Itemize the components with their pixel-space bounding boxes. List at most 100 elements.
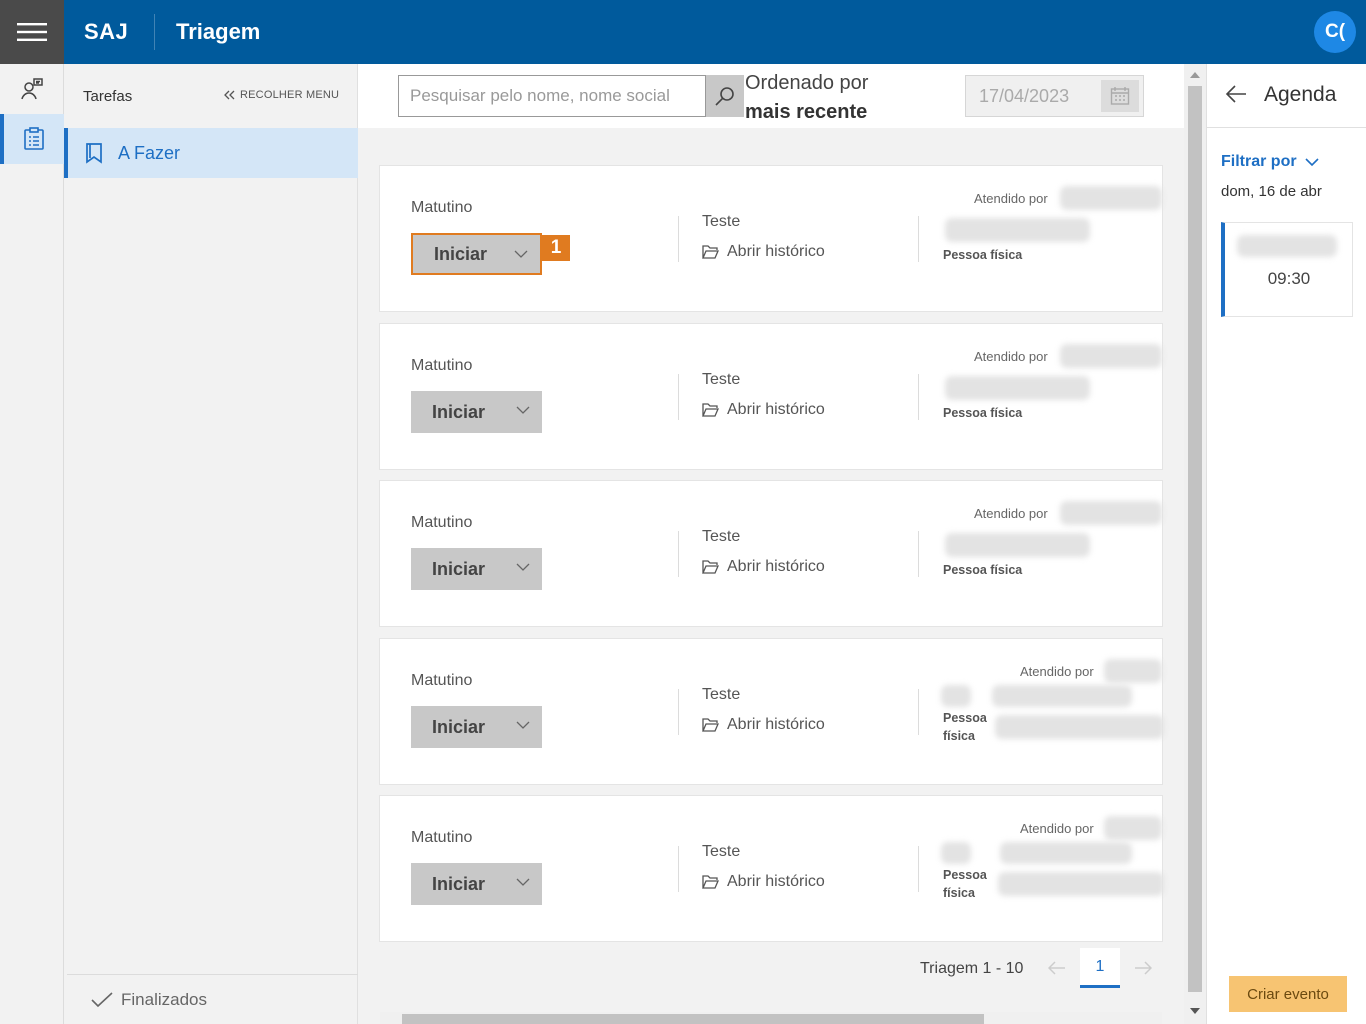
- start-dropdown-button[interactable]: Iniciar: [411, 548, 542, 590]
- horizontal-scroll-thumb[interactable]: [402, 1014, 984, 1024]
- scroll-up-arrow-icon[interactable]: [1190, 72, 1200, 78]
- triage-card: Matutino Iniciar Teste Abrir histórico A…: [379, 323, 1163, 470]
- folder-open-icon: [702, 245, 719, 259]
- chevron-down-icon: [516, 721, 530, 729]
- test-label: Teste: [702, 213, 741, 230]
- collapse-menu-button[interactable]: RECOLHER MENU: [224, 89, 339, 101]
- redacted-name: [992, 685, 1132, 707]
- horizontal-scrollbar[interactable]: [380, 1012, 1162, 1024]
- redacted-attendant: [1060, 344, 1162, 368]
- search-input[interactable]: [398, 75, 706, 117]
- arrow-right-icon: [1135, 961, 1152, 975]
- shift-label: Matutino: [411, 199, 473, 216]
- served-by-label: Atendido por: [1020, 664, 1094, 679]
- agenda-event[interactable]: 09:30: [1221, 222, 1353, 317]
- served-by-label: Atendido por: [974, 349, 1048, 364]
- open-history-link[interactable]: Abrir histórico: [702, 558, 825, 576]
- open-history-link[interactable]: Abrir histórico: [702, 873, 825, 891]
- open-history-label: Abrir histórico: [727, 243, 825, 260]
- start-button-label: Iniciar: [432, 558, 486, 579]
- create-event-button[interactable]: Criar evento: [1229, 976, 1347, 1012]
- pagination-label: Triagem 1 - 10: [920, 960, 1024, 977]
- date-picker-button[interactable]: [1101, 80, 1139, 112]
- hamburger-menu-icon[interactable]: [0, 0, 64, 64]
- person-type-label: Pessoa física: [943, 866, 987, 902]
- nav-item-a-fazer[interactable]: A Fazer: [64, 128, 358, 178]
- main-content: Ordenado por mais recente 17/04/2023 Mat…: [358, 64, 1184, 1024]
- folder-open-icon: [702, 875, 719, 889]
- clipboard-list-icon: [24, 127, 44, 150]
- chevron-down-icon: [516, 406, 530, 414]
- open-history-label: Abrir histórico: [727, 558, 825, 575]
- rail-item-people[interactable]: [0, 64, 64, 114]
- open-history-link[interactable]: Abrir histórico: [702, 716, 825, 734]
- brand-divider: [154, 14, 155, 50]
- back-arrow-icon[interactable]: [1225, 84, 1247, 104]
- folder-open-icon: [702, 718, 719, 732]
- redacted-attendant: [1060, 501, 1162, 525]
- search-icon: [715, 87, 734, 106]
- card-divider: [678, 374, 679, 420]
- agenda-title: Agenda: [1264, 83, 1337, 106]
- user-avatar[interactable]: C(: [1314, 11, 1356, 53]
- triage-card: Matutino Iniciar Teste Abrir histórico A…: [379, 638, 1164, 785]
- calendar-icon: [1110, 87, 1130, 105]
- start-dropdown-button[interactable]: Iniciar: [411, 233, 542, 275]
- brand-logo[interactable]: SAJ: [84, 0, 128, 64]
- icon-rail: [0, 64, 64, 1024]
- chevron-down-icon: [514, 250, 528, 258]
- person-card-icon: [21, 78, 43, 100]
- card-divider: [678, 846, 679, 892]
- person-type-line: Pessoa: [943, 711, 987, 725]
- date-value: 17/04/2023: [979, 86, 1070, 106]
- nav-finalizados[interactable]: Finalizados: [67, 974, 358, 1024]
- prev-page-button[interactable]: [1038, 948, 1076, 988]
- redacted-details: [998, 872, 1164, 896]
- filter-dropdown[interactable]: Filtrar por: [1221, 153, 1319, 171]
- start-dropdown-button[interactable]: Iniciar: [411, 391, 542, 433]
- sort-value: mais recente: [745, 101, 868, 123]
- next-page-button[interactable]: [1124, 948, 1162, 988]
- start-dropdown-button[interactable]: Iniciar: [411, 706, 542, 748]
- open-history-label: Abrir histórico: [727, 716, 825, 733]
- start-button-label: Iniciar: [432, 716, 486, 737]
- chevron-down-icon: [516, 878, 530, 886]
- shift-label: Matutino: [411, 672, 473, 689]
- page-number-button[interactable]: 1: [1080, 948, 1120, 988]
- search-button[interactable]: [706, 75, 744, 117]
- redacted-attendant: [1104, 659, 1162, 683]
- start-dropdown-button[interactable]: Iniciar: [411, 863, 542, 905]
- vertical-scroll-thumb[interactable]: [1188, 86, 1202, 992]
- redacted-name: [1000, 842, 1132, 864]
- sort-selector[interactable]: Ordenado por mais recente: [745, 69, 868, 127]
- person-type-label: Pessoa física: [943, 248, 1023, 262]
- redacted-name: [945, 533, 1090, 557]
- vertical-scrollbar[interactable]: [1184, 64, 1206, 1024]
- toolbar: Ordenado por mais recente 17/04/2023: [358, 64, 1184, 128]
- start-button-label: Iniciar: [432, 401, 486, 422]
- redacted-name: [945, 376, 1090, 400]
- date-picker[interactable]: 17/04/2023: [965, 75, 1144, 117]
- open-history-label: Abrir histórico: [727, 873, 825, 890]
- start-button-label: Iniciar: [434, 243, 488, 264]
- side-nav: Tarefas RECOLHER MENU A Fazer Finalizado…: [64, 64, 358, 1024]
- open-history-link[interactable]: Abrir histórico: [702, 401, 825, 419]
- card-divider: [678, 216, 679, 262]
- served-by-label: Atendido por: [974, 506, 1048, 521]
- test-label: Teste: [702, 371, 741, 388]
- redacted-name: [945, 218, 1090, 242]
- open-history-link[interactable]: Abrir histórico: [702, 243, 825, 261]
- rail-item-tasks[interactable]: [0, 114, 64, 164]
- annotation-marker: 1: [542, 235, 570, 261]
- chevron-down-icon: [1304, 157, 1319, 166]
- person-type-line: Pessoa: [943, 868, 987, 882]
- redacted-event-title: [1237, 235, 1337, 257]
- shift-label: Matutino: [411, 829, 473, 846]
- redacted-attendant: [1104, 816, 1162, 840]
- scroll-down-arrow-icon[interactable]: [1190, 1008, 1200, 1014]
- agenda-header: Agenda: [1207, 64, 1366, 128]
- sort-label: Ordenado por: [745, 72, 869, 94]
- person-type-label: Pessoa física: [943, 406, 1023, 420]
- nav-item-label: A Fazer: [118, 142, 181, 163]
- card-divider: [678, 531, 679, 577]
